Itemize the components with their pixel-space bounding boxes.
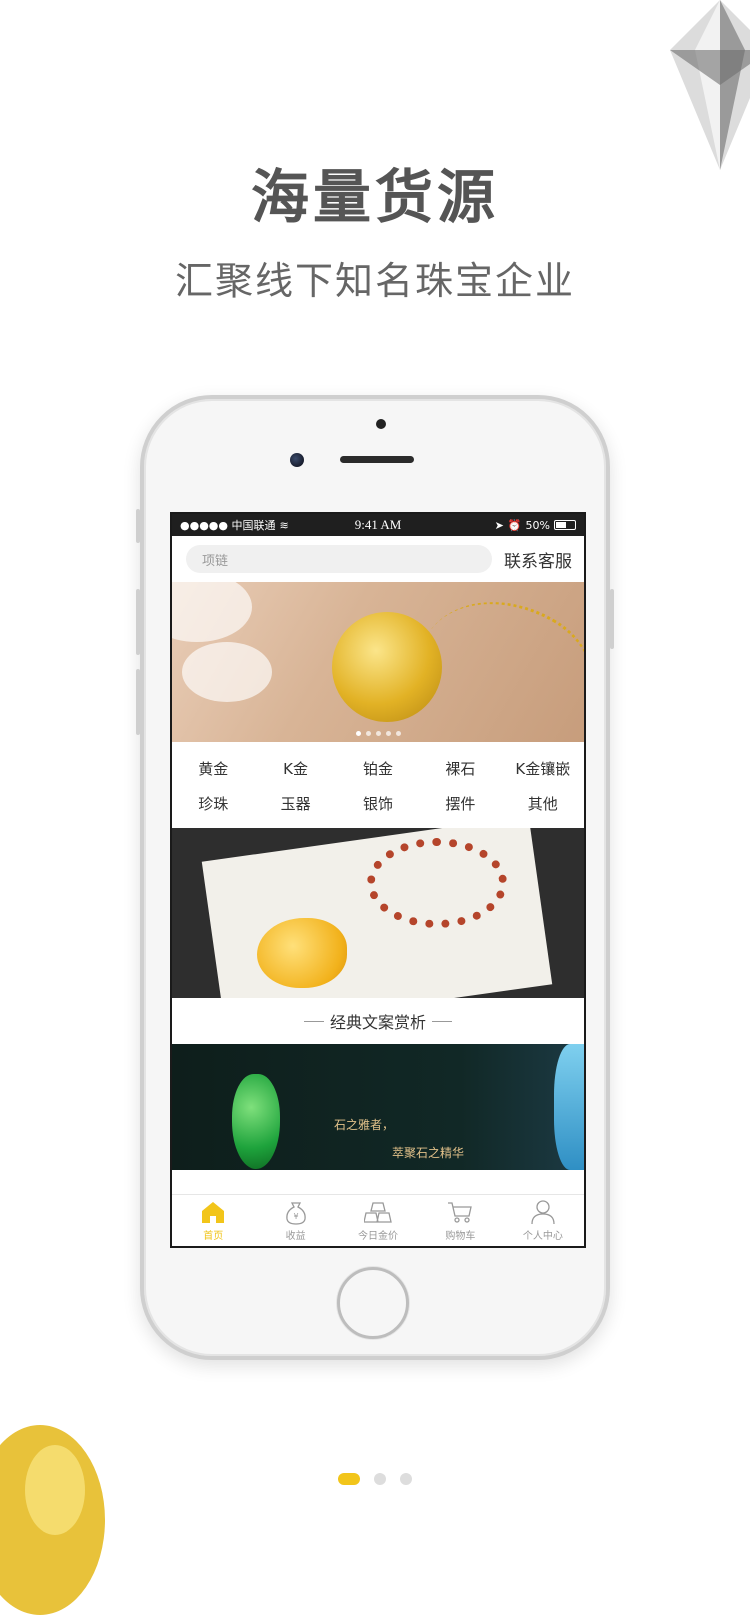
category-other[interactable]: 其他 [502, 793, 584, 814]
search-bar: 项链 联系客服 [172, 536, 584, 582]
amber-pendant-image [257, 918, 347, 988]
phone-frame: ●●●●● 中国联通 ≋ 9:41 AM ➤ ⏰ 50% 项链 联系客服 黄金 … [136, 395, 614, 1360]
pager-dot[interactable] [374, 1473, 386, 1485]
onboarding-pager [0, 1473, 750, 1485]
user-icon [531, 1200, 555, 1225]
jade-banner-line1: 石之雅者， [334, 1118, 395, 1132]
battery-icon [554, 520, 576, 530]
category-gold[interactable]: 黄金 [172, 758, 254, 779]
proximity-sensor [376, 419, 386, 429]
bead-necklace-image [367, 838, 507, 928]
gold-pendant-image [332, 612, 442, 722]
contact-service-button[interactable]: 联系客服 [504, 547, 572, 572]
title-divider [432, 1020, 452, 1022]
pager-dot[interactable] [400, 1473, 412, 1485]
banner-dot[interactable] [355, 731, 361, 736]
home-icon [202, 1202, 225, 1223]
tab-bar: 首页 ¥ 收益 今日金价 购物车 个人中心 [172, 1194, 584, 1246]
promo-headline: 海量货源 [250, 163, 499, 231]
banner-dot[interactable] [365, 731, 371, 736]
tab-home[interactable]: 首页 [172, 1195, 254, 1246]
category-silver[interactable]: 银饰 [337, 793, 419, 814]
paper-card [201, 828, 553, 998]
category-grid: 黄金 K金 铂金 裸石 K金镶嵌 珍珠 玉器 银饰 摆件 其他 [172, 742, 584, 828]
top-banner[interactable] [172, 582, 584, 742]
category-ornament[interactable]: 摆件 [419, 793, 501, 814]
promo-subline: 汇聚线下知名珠宝企业 [174, 259, 575, 303]
jade-pendant-image [232, 1074, 280, 1169]
tab-earnings[interactable]: ¥ 收益 [254, 1195, 336, 1246]
petal-shape [182, 642, 272, 702]
phone-screen: ●●●●● 中国联通 ≋ 9:41 AM ➤ ⏰ 50% 项链 联系客服 黄金 … [170, 512, 586, 1248]
promo-banner[interactable] [172, 828, 584, 998]
phone-home-button [337, 1267, 409, 1339]
front-camera [290, 453, 304, 467]
category-k-gold-inlay[interactable]: K金镶嵌 [502, 758, 584, 779]
gold-bars-icon [364, 1202, 392, 1223]
earpiece-speaker [340, 456, 414, 463]
jade-banner-line2: 萃聚石之精华 [392, 1146, 465, 1160]
title-divider [303, 1020, 324, 1022]
category-jade[interactable]: 玉器 [254, 793, 336, 814]
banner-indicator [172, 731, 584, 736]
jade-banner[interactable]: 石之雅者， 萃聚石之精华 [172, 1044, 584, 1170]
petal-shape [172, 582, 252, 642]
tab-earnings-label: 收益 [285, 1231, 306, 1242]
category-platinum[interactable]: 铂金 [337, 758, 419, 779]
section-title-text: 经典文案赏析 [329, 1013, 426, 1032]
cart-icon [448, 1202, 473, 1223]
tab-profile-label: 个人中心 [522, 1231, 563, 1242]
pager-dot[interactable] [338, 1473, 360, 1485]
tab-gold-price-label: 今日金价 [358, 1231, 399, 1242]
tab-cart[interactable]: 购物车 [419, 1195, 501, 1246]
status-bar: ●●●●● 中国联通 ≋ 9:41 AM ➤ ⏰ 50% [172, 514, 584, 536]
status-time: 9:41 AM [354, 517, 402, 532]
banner-dot[interactable] [375, 731, 381, 736]
tab-gold-price[interactable]: 今日金价 [337, 1195, 419, 1246]
volume-down-button [136, 669, 140, 735]
search-input[interactable]: 项链 [186, 545, 492, 573]
mute-switch [136, 509, 140, 543]
money-bag-icon: ¥ [285, 1202, 306, 1225]
power-button [610, 589, 614, 649]
category-loose-stone[interactable]: 裸石 [419, 758, 501, 779]
banner-dot[interactable] [395, 731, 401, 736]
category-k-gold[interactable]: K金 [254, 758, 336, 779]
category-pearl[interactable]: 珍珠 [172, 793, 254, 814]
banner-dot[interactable] [385, 731, 391, 736]
tab-profile[interactable]: 个人中心 [502, 1195, 584, 1246]
section-title: 经典文案赏析 [172, 998, 584, 1044]
gold-bean-decoration [0, 1425, 105, 1615]
volume-up-button [136, 589, 140, 655]
tab-home-label: 首页 [203, 1231, 224, 1242]
water-decoration [554, 1044, 584, 1170]
svg-text:¥: ¥ [293, 1212, 298, 1221]
tab-cart-label: 购物车 [445, 1231, 476, 1242]
